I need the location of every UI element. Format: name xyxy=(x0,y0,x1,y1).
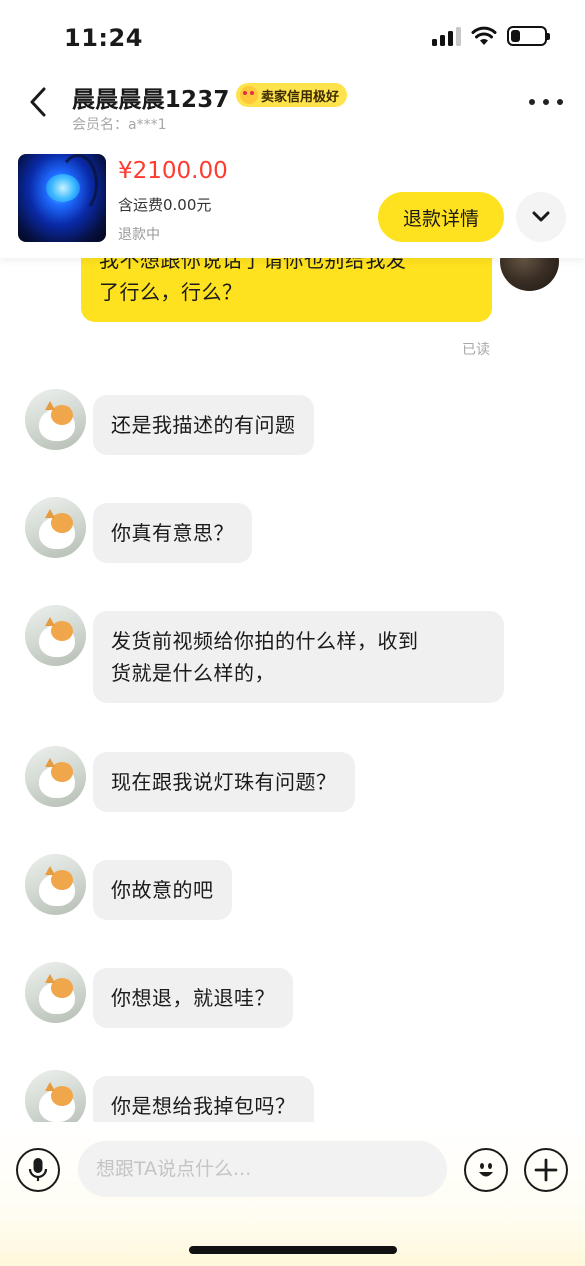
incoming-message[interactable]: 你故意的吧 xyxy=(93,860,232,920)
incoming-message[interactable]: 你是想给我掉包吗？ xyxy=(93,1076,314,1122)
member-id: 会员名：a***1 xyxy=(72,117,167,133)
message-text: 你故意的吧 xyxy=(111,878,214,902)
message-text: 还是我描述的有问题 xyxy=(111,413,296,437)
status-bar: 11:24 xyxy=(0,0,585,76)
chat-header: 晨晨晨晨1237 卖家信用极好 会员名：a***1 xyxy=(0,76,585,136)
battery-level xyxy=(511,30,520,42)
microphone-icon xyxy=(28,1158,48,1181)
incoming-message[interactable]: 还是我描述的有问题 xyxy=(93,395,314,455)
incoming-message[interactable]: 你想退，就退哇？ xyxy=(93,968,293,1028)
credit-badge: 卖家信用极好 xyxy=(236,83,348,107)
message-text: 发货前视频给你拍的什么样，收到 xyxy=(111,629,419,653)
message-input-bar xyxy=(0,1122,585,1266)
order-card[interactable]: ¥2100.00 含运费0.00元 退款中 退款详情 xyxy=(0,146,585,258)
plus-icon xyxy=(534,1158,558,1182)
seller-avatar[interactable] xyxy=(25,605,86,666)
seller-name[interactable]: 晨晨晨晨1237 xyxy=(72,80,230,114)
plus-button[interactable] xyxy=(524,1148,568,1192)
credit-badge-label: 卖家信用极好 xyxy=(261,89,340,105)
outgoing-message[interactable]: 我不想跟你说话了请你也别给我发 了行么，行么？ xyxy=(81,258,492,322)
read-status: 已读 xyxy=(462,342,490,358)
seller-avatar[interactable] xyxy=(25,1070,86,1122)
order-status: 退款中 xyxy=(118,227,160,243)
seller-avatar[interactable] xyxy=(25,389,86,450)
message-text: 你想退，就退哇？ xyxy=(111,986,275,1010)
incoming-message[interactable]: 现在跟我说灯珠有问题？ xyxy=(93,752,355,812)
chat-messages[interactable]: 我不想跟你说话了请你也别给我发 了行么，行么？ 已读 还是我描述的有问题 你真有… xyxy=(0,258,585,1122)
seller-avatar[interactable] xyxy=(25,746,86,807)
more-button[interactable] xyxy=(529,90,563,114)
expand-button[interactable] xyxy=(516,192,566,242)
incoming-message[interactable]: 你真有意思？ xyxy=(93,503,252,563)
message-text: 货就是什么样的， xyxy=(111,661,275,685)
back-button[interactable] xyxy=(20,82,56,122)
seller-avatar[interactable] xyxy=(25,497,86,558)
emoji-button[interactable] xyxy=(464,1148,508,1192)
status-time: 11:24 xyxy=(64,24,143,52)
cellular-signal-icon xyxy=(432,26,461,46)
product-thumbnail[interactable] xyxy=(18,154,106,242)
chevron-down-icon xyxy=(532,211,550,222)
voice-button[interactable] xyxy=(16,1148,60,1192)
message-text: 你真有意思？ xyxy=(111,521,234,545)
battery-icon xyxy=(507,26,550,46)
seller-avatar[interactable] xyxy=(25,962,86,1023)
my-avatar[interactable] xyxy=(500,258,559,291)
message-text: 你是想给我掉包吗？ xyxy=(111,1094,296,1118)
wifi-icon xyxy=(471,26,497,45)
shipping-fee: 含运费0.00元 xyxy=(118,196,212,214)
more-dots-icon xyxy=(529,99,535,105)
status-icons xyxy=(432,26,550,46)
order-price: ¥2100.00 xyxy=(118,158,228,184)
message-input[interactable] xyxy=(78,1141,447,1197)
message-text: 现在跟我说灯珠有问题？ xyxy=(111,770,337,794)
refund-details-button[interactable]: 退款详情 xyxy=(378,192,504,242)
message-text: 了行么，行么？ xyxy=(99,280,243,304)
heart-eyes-icon xyxy=(240,86,258,104)
home-indicator[interactable] xyxy=(189,1246,397,1254)
incoming-message[interactable]: 发货前视频给你拍的什么样，收到 货就是什么样的， xyxy=(93,611,504,703)
message-text: 我不想跟你说话了请你也别给我发 xyxy=(99,258,407,272)
chevron-left-icon xyxy=(30,87,46,117)
smiley-icon xyxy=(479,1163,493,1177)
seller-avatar[interactable] xyxy=(25,854,86,915)
